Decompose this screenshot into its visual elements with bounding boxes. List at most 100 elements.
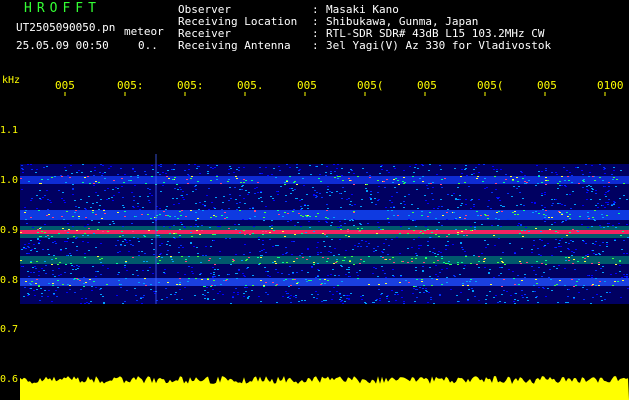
noise-pixel [212,289,214,290]
noise-pixel [35,172,37,173]
noise-pixel [146,261,148,262]
noise-pixel [461,173,463,174]
noise-pixel [427,241,429,242]
noise-pixel [99,289,101,290]
noise-pixel [422,288,424,289]
noise-pixel [93,185,95,186]
noise-pixel [40,288,42,289]
noise-pixel [483,261,485,262]
noise-pixel [194,164,196,165]
noise-pixel [41,231,43,232]
noise-pixel [112,200,114,201]
noise-pixel [571,251,573,252]
noise-pixel [602,242,604,243]
noise-pixel [400,203,402,204]
noise-pixel [417,168,419,169]
noise-pixel [428,170,430,171]
noise-pixel [505,179,507,180]
noise-pixel [212,234,214,235]
noise-pixel [360,206,362,207]
time-tick: 005( [477,79,504,92]
noise-pixel [342,187,344,188]
noise-pixel [366,191,368,192]
noise-pixel [163,272,165,273]
noise-pixel [210,180,212,181]
noise-pixel [347,231,349,232]
noise-pixel [520,225,522,226]
noise-pixel [307,219,309,220]
noise-pixel [204,295,206,296]
noise-pixel [67,223,69,224]
noise-pixel [77,268,79,269]
noise-pixel [52,285,54,286]
noise-pixel [326,236,328,237]
noise-pixel [582,187,584,188]
noise-pixel [161,299,163,300]
noise-pixel [83,277,85,278]
noise-pixel [204,201,206,202]
noise-pixel [313,264,315,265]
noise-pixel [577,231,579,232]
noise-pixel [130,244,132,245]
noise-pixel [534,203,536,204]
noise-pixel [462,283,464,284]
noise-pixel [606,292,608,293]
noise-pixel [304,205,306,206]
noise-pixel [565,186,567,187]
noise-pixel [336,291,338,292]
noise-pixel [413,181,415,182]
noise-pixel [27,295,29,296]
noise-pixel [518,284,520,285]
noise-pixel [325,221,327,222]
noise-pixel [338,275,340,276]
noise-pixel [339,299,341,300]
noise-pixel [287,297,289,298]
noise-pixel [237,292,239,293]
noise-pixel [568,180,570,181]
noise-pixel [282,254,284,255]
noise-pixel [440,199,442,200]
noise-pixel [188,175,190,176]
noise-pixel [20,260,22,261]
noise-pixel [402,261,404,262]
noise-pixel [319,174,321,175]
noise-pixel [318,270,320,271]
noise-pixel [501,286,503,287]
noise-pixel [524,274,526,275]
noise-pixel [528,180,530,181]
noise-pixel [407,248,409,249]
noise-pixel [296,164,298,165]
noise-pixel [176,198,178,199]
noise-pixel [568,257,570,258]
noise-pixel [126,270,128,271]
noise-pixel [190,232,192,233]
noise-pixel [252,207,254,208]
noise-pixel [78,266,80,267]
noise-pixel [564,205,566,206]
noise-pixel [473,206,475,207]
noise-pixel [295,297,297,298]
noise-pixel [478,199,480,200]
noise-pixel [23,296,25,297]
noise-pixel [372,302,374,303]
noise-pixel [158,256,160,257]
noise-pixel [210,246,212,247]
noise-pixel [438,206,440,207]
noise-pixel [366,172,368,173]
noise-pixel [100,274,102,275]
noise-pixel [95,271,97,272]
noise-pixel [202,204,204,205]
noise-pixel [117,212,119,213]
noise-pixel [25,248,27,249]
noise-pixel [117,240,119,241]
noise-pixel [348,298,350,299]
noise-pixel [148,200,150,201]
noise-pixel [169,227,171,228]
noise-pixel [514,303,516,304]
noise-pixel [233,292,235,293]
noise-pixel [99,172,101,173]
noise-pixel [381,169,383,170]
noise-pixel [550,279,552,280]
noise-pixel [497,225,499,226]
noise-pixel [317,294,319,295]
